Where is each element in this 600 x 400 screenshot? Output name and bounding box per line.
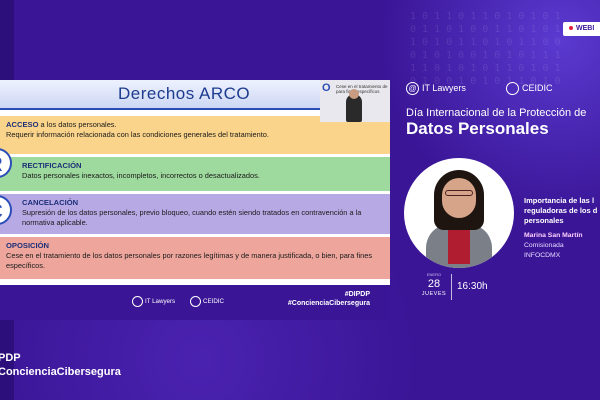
item-cancelacion: CANCELACIÓN Supresión de los datos perso… [0,194,390,234]
brand-ceidic: CEIDIC [506,82,553,95]
slide-hashtag-1: #DIPDP [344,291,370,298]
slide-logo-ceidic: CEIDIC [190,296,224,307]
event-title-main: Datos Personales [406,119,549,138]
item-cancelacion-text: Supresión de los datos personales, previ… [22,208,362,227]
event-time: 16:30h [457,281,488,292]
bottom-hashtags: PDP ConcienciaCibersegura [0,351,121,379]
ceidic-circle-icon [506,82,519,95]
event-day: 28 [427,278,441,290]
slide-hashtags: #DIPDP #ConcienciaCibersegura [288,290,370,308]
brand-ceidic-label: CEIDIC [522,82,553,93]
speaker-photo-shirt [448,224,470,264]
slide-footer: IT Lawyers CEIDIC #DIPDP #ConcienciaCibe… [0,285,390,320]
item-oposicion-text: Cese en el tratamiento de los datos pers… [6,251,373,270]
webinar-tag-label: WEBI [576,25,595,32]
pip-text: Cese en el tratamiento depara fines espe… [336,84,388,94]
item-cancelacion-heading: CANCELACIÓN [22,198,79,207]
speaker-photo-glasses [445,190,473,196]
brand-it-lawyers-label: IT Lawyers [422,82,466,93]
speaker-org: INFOCDMX [524,252,561,259]
talk-title-line2: reguladoras de los d [524,206,598,215]
brand-it-lawyers: @ IT Lawyers [406,82,466,95]
item-rectificacion: RECTIFICACIÓN Datos personales inexactos… [0,157,390,191]
item-oposicion-heading: OPOSICIÓN [6,241,50,250]
speaker-role: Comisionada [524,242,564,249]
item-acceso-line2: Requerir información relacionada con las… [6,130,269,139]
speaker-photo [404,158,514,268]
bottom-hashtag-1: PDP [0,352,21,364]
item-acceso-line1: a los datos personales. [38,120,117,129]
talk-title-line3: personales [524,216,564,225]
item-rectificacion-text: Datos personales inexactos, incompletos,… [22,171,260,180]
talk-title-line1: Importancia de las l [524,196,595,205]
presenter-head [349,89,359,99]
slide-hashtag-2: #ConcienciaCibersegura [287,300,370,307]
event-date: ENERO 28 JUEVES [418,272,450,302]
presenter-video[interactable]: O Cese en el tratamiento depara fines es… [320,80,390,122]
live-dot-icon [569,26,573,31]
slide-logo-it-lawyers-label: IT Lawyers [145,298,176,306]
item-oposicion: OPOSICIÓN Cese en el tratamiento de los … [0,237,390,279]
item-acceso-heading: ACCESO [6,120,39,129]
event-weekday: JUEVES [421,291,447,297]
webinar-tag: WEBI [563,22,600,36]
slide-logo-ceidic-label: CEIDIC [203,298,224,306]
speaker-name: Marina San Martín [524,232,583,239]
bottom-hashtag-2: ConcienciaCibersegura [0,366,121,378]
at-logo-icon: @ [406,82,419,95]
slide-logo-it-lawyers: IT Lawyers [132,296,175,307]
item-rectificacion-heading: RECTIFICACIÓN [22,161,82,170]
ceidic-logo-icon [190,296,201,307]
it-lawyers-logo-icon [132,296,143,307]
date-separator [451,274,452,300]
speaker-photo-face [442,178,476,218]
pip-badge: O [322,82,331,94]
talk-title: Importancia de las l reguladoras de los … [524,196,600,226]
